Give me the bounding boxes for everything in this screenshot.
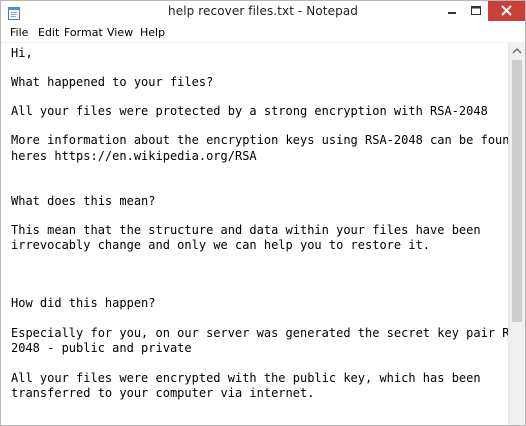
menu-help[interactable]: Help	[140, 26, 165, 39]
text-line: Hi,	[11, 46, 33, 60]
maximize-icon	[471, 6, 481, 15]
menu-bar: File Edit Format View Help	[1, 24, 525, 43]
close-button[interactable]	[488, 1, 525, 21]
text-line: What happened to your files?	[11, 75, 214, 89]
text-line: This mean that the structure and data wi…	[11, 223, 481, 237]
menu-edit[interactable]: Edit	[38, 26, 59, 39]
vertical-scrollbar[interactable]	[508, 43, 525, 425]
scroll-thumb[interactable]	[512, 60, 522, 322]
menu-file[interactable]: File	[10, 26, 28, 39]
text-line: heres https://en.wikipedia.org/RSA	[11, 149, 257, 163]
text-line: How did this happen?	[11, 296, 156, 310]
text-line: irrevocably change and only we can help …	[11, 238, 431, 252]
minimize-button[interactable]	[440, 1, 464, 21]
maximize-button[interactable]	[464, 1, 488, 21]
menu-format[interactable]: Format	[64, 26, 103, 39]
minimize-icon	[448, 12, 456, 14]
title-bar[interactable]: help recover files.txt - Notepad	[1, 1, 525, 24]
text-editor[interactable]: Hi, What happened to your files? All you…	[1, 43, 508, 425]
text-line: What does this mean?	[11, 194, 156, 208]
notepad-window: help recover files.txt - Notepad File Ed…	[0, 0, 526, 426]
text-line: All your files were protected by a stron…	[11, 104, 488, 118]
menu-view[interactable]: View	[107, 26, 133, 39]
scroll-up-button[interactable]	[509, 43, 525, 60]
close-icon	[501, 5, 512, 16]
text-line: Especially for you, on our server was ge…	[11, 326, 508, 340]
scroll-up-arrow-icon	[512, 48, 522, 54]
text-line: 2048 - public and private	[11, 341, 192, 355]
text-line: More information about the encryption ke…	[11, 133, 508, 147]
text-line: transferred to your computer via interne…	[11, 386, 315, 400]
text-line: All your files were encrypted with the p…	[11, 371, 481, 385]
